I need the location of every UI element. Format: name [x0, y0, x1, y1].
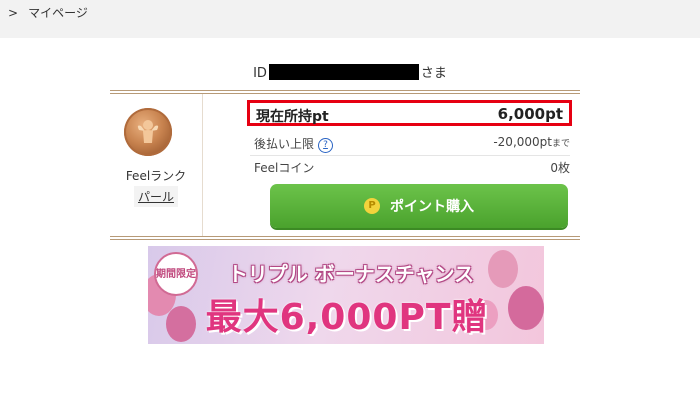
- feel-coin-label: Feelコイン: [254, 161, 315, 175]
- point-coin-icon: P: [364, 198, 380, 214]
- redacted-id: [268, 64, 419, 80]
- rank-panel: Feelランク パール: [110, 94, 203, 236]
- banner-headline: トリプル ボーナスチャンス: [227, 262, 475, 286]
- breadcrumb-separator: >: [8, 5, 19, 20]
- bonus-campaign-banner[interactable]: 期間限定 トリプル ボーナスチャンス 最大6,000PT贈呈: [148, 246, 544, 344]
- rank-value-link[interactable]: パール: [134, 186, 178, 207]
- postpay-limit-value: -20,000ptまで: [493, 135, 570, 149]
- postpay-limit-suffix: まで: [551, 139, 570, 149]
- balloon-decoration: [508, 286, 544, 330]
- feel-coin-row: Feelコイン 0枚: [254, 156, 570, 178]
- angel-icon: [137, 120, 159, 143]
- current-points-value: 6,000pt: [497, 105, 563, 123]
- top-bar: > マイページ: [0, 0, 700, 38]
- postpay-limit-label: 後払い上限?: [254, 135, 334, 153]
- help-icon[interactable]: ?: [318, 138, 334, 153]
- current-points-row: 現在所持pt 6,000pt: [247, 100, 572, 126]
- banner-main-text: 最大6,000PT贈呈: [205, 297, 489, 338]
- divider: [110, 90, 580, 91]
- postpay-limit-text: 後払い上限: [254, 137, 315, 151]
- buy-points-label: ポイント購入: [390, 199, 474, 215]
- balloon-decoration: [488, 250, 518, 288]
- divider: [110, 236, 580, 237]
- rank-label: Feelランク: [125, 169, 187, 183]
- buy-points-button[interactable]: P ポイント購入: [270, 184, 568, 228]
- breadcrumb: > マイページ: [8, 4, 88, 21]
- user-id-line: ID さま: [0, 64, 700, 82]
- feel-coin-value: 0枚: [550, 161, 570, 175]
- current-points-label: 現在所持pt: [256, 109, 329, 125]
- divider: [110, 239, 580, 240]
- breadcrumb-mypage[interactable]: マイページ: [28, 4, 88, 21]
- postpay-limit-row: 後払い上限? -20,000ptまで: [254, 132, 570, 154]
- postpay-limit-amount: -20,000pt: [493, 135, 552, 149]
- rank-medal-icon: [124, 108, 172, 156]
- points-card: Feelランク パール 現在所持pt 6,000pt 後払い上限? -20,00…: [110, 90, 580, 240]
- honorific: さま: [420, 66, 447, 81]
- id-label: ID: [253, 66, 267, 81]
